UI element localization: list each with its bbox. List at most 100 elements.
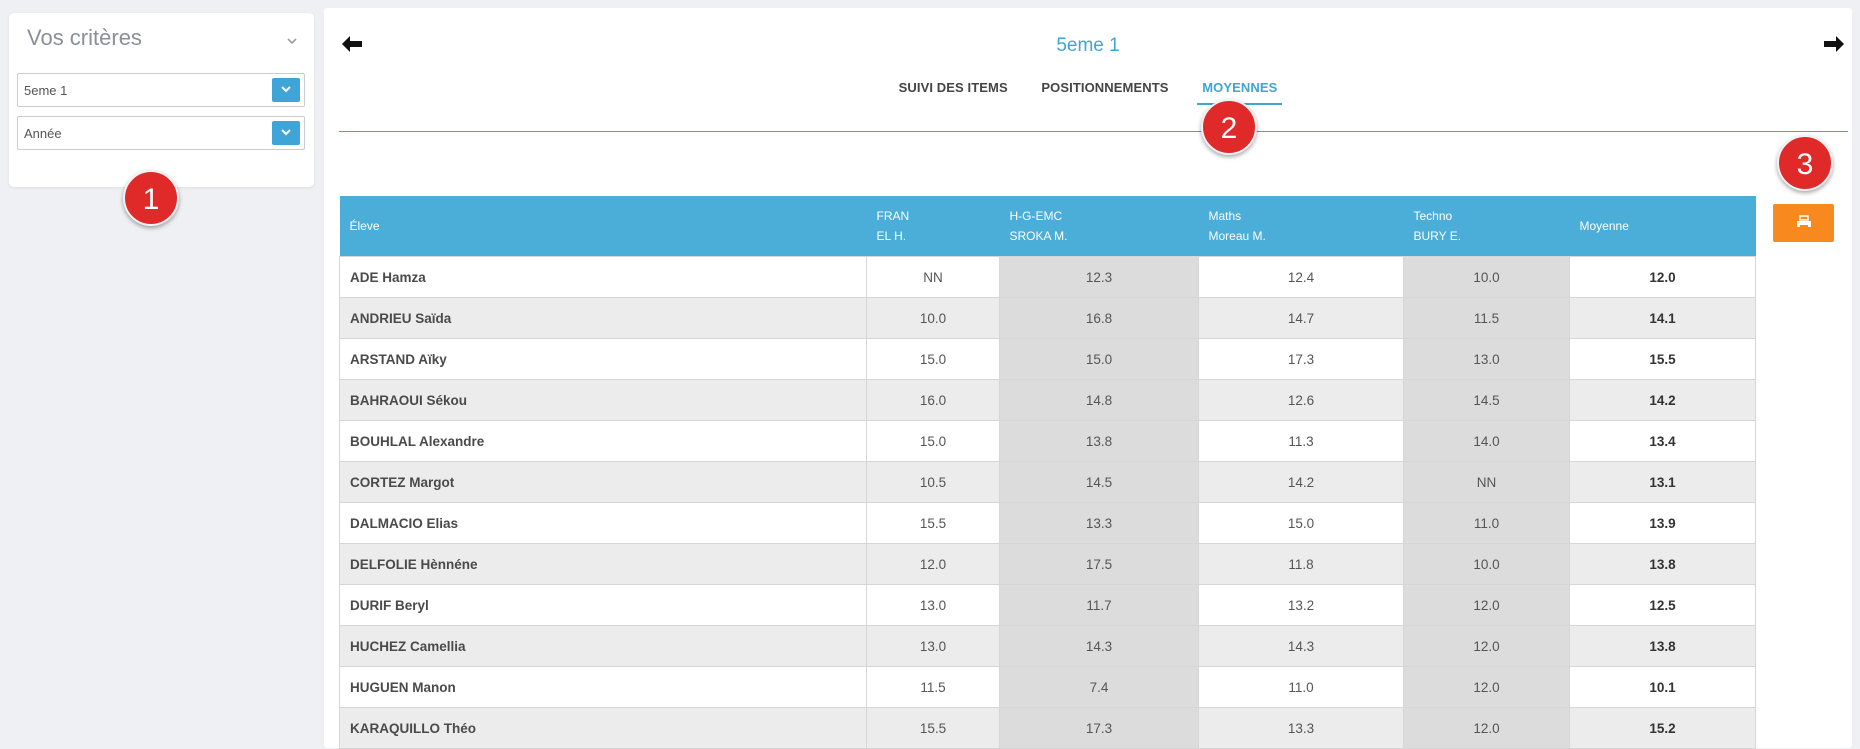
table-row: BAHRAOUI Sékou 16.0 14.8 12.6 14.5 14.2 — [339, 379, 1756, 421]
grade-cell: 14.7 — [1198, 297, 1404, 339]
class-select-value: 5eme 1 — [24, 83, 68, 98]
average-cell: 13.8 — [1569, 543, 1756, 585]
average-cell: 12.0 — [1569, 256, 1756, 298]
column-header-subject: H-G-EMC — [1009, 209, 1063, 223]
tabs-divider — [339, 131, 1848, 132]
table-row: CORTEZ Margot 10.5 14.5 14.2 NN 13.1 — [339, 461, 1756, 503]
grade-cell: 14.8 — [999, 379, 1199, 421]
student-name-cell: DURIF Beryl — [339, 584, 867, 626]
average-cell: 14.1 — [1569, 297, 1756, 339]
grade-cell: 14.3 — [999, 625, 1199, 667]
tab-bar: SUIVI DES ITEMS POSITIONNEMENTS MOYENNES — [324, 80, 1852, 105]
average-cell: 12.5 — [1569, 584, 1756, 626]
chevron-down-icon[interactable] — [284, 33, 300, 49]
student-name-cell: BOUHLAL Alexandre — [339, 420, 867, 462]
student-name-cell: CORTEZ Margot — [339, 461, 867, 503]
grade-cell: 14.0 — [1403, 420, 1570, 462]
grade-cell: 13.3 — [1198, 707, 1404, 749]
student-name-cell: ADE Hamza — [339, 256, 867, 298]
grade-cell: 13.2 — [1198, 584, 1404, 626]
column-header-hgemc: H-G-EMC SROKA M. — [999, 196, 1199, 257]
column-header-label: Moyenne — [1579, 219, 1629, 233]
year-select-value: Année — [24, 126, 62, 141]
grade-cell: 17.3 — [999, 707, 1199, 749]
grade-cell: 17.5 — [999, 543, 1199, 585]
table-row: ADE Hamza NN 12.3 12.4 10.0 12.0 — [339, 256, 1756, 298]
chevron-down-icon — [281, 86, 291, 93]
grade-cell: 11.0 — [1403, 502, 1570, 544]
average-cell: 13.4 — [1569, 420, 1756, 462]
table-row: DALMACIO Elias 15.5 13.3 15.0 11.0 13.9 — [339, 502, 1756, 544]
grade-cell: 12.6 — [1198, 379, 1404, 421]
student-name-cell: BAHRAOUI Sékou — [339, 379, 867, 421]
table-row: DURIF Beryl 13.0 11.7 13.2 12.0 12.5 — [339, 584, 1756, 626]
grade-cell: 13.0 — [866, 625, 1000, 667]
grade-cell: 17.3 — [1198, 338, 1404, 380]
grade-cell: 15.5 — [866, 502, 1000, 544]
grade-cell: 15.0 — [866, 338, 1000, 380]
year-select-dropdown-button[interactable] — [272, 121, 300, 145]
grade-cell: 12.0 — [1403, 707, 1570, 749]
column-header-label: Éleve — [349, 219, 380, 233]
criteria-panel: Vos critères 5eme 1 Année — [9, 13, 314, 187]
grade-cell: 12.0 — [1403, 584, 1570, 626]
table-row: KARAQUILLO Théo 15.5 17.3 13.3 12.0 15.2 — [339, 707, 1756, 749]
tab-positionnements[interactable]: POSITIONNEMENTS — [1036, 80, 1173, 103]
grade-cell: 15.0 — [999, 338, 1199, 380]
print-icon — [1797, 215, 1811, 228]
student-name-cell: ARSTAND Aïky — [339, 338, 867, 380]
average-cell: 13.1 — [1569, 461, 1756, 503]
average-cell: 13.9 — [1569, 502, 1756, 544]
grade-cell: 15.0 — [866, 420, 1000, 462]
column-header-maths: Maths Moreau M. — [1198, 196, 1404, 257]
year-select[interactable]: Année — [17, 116, 305, 150]
grade-cell: 16.8 — [999, 297, 1199, 339]
grade-cell: 14.5 — [999, 461, 1199, 503]
grade-cell: 12.0 — [1403, 625, 1570, 667]
average-cell: 15.5 — [1569, 338, 1756, 380]
column-header-fran: FRAN EL H. — [866, 196, 1000, 257]
print-button[interactable] — [1773, 204, 1834, 242]
student-name-cell: HUCHEZ Camellia — [339, 625, 867, 667]
grade-cell: 7.4 — [999, 666, 1199, 708]
column-header-subject: Maths — [1208, 209, 1242, 223]
grade-cell: 12.3 — [999, 256, 1199, 298]
class-select[interactable]: 5eme 1 — [17, 73, 305, 107]
annotation-marker-3: 3 — [1777, 135, 1833, 191]
average-cell: 10.1 — [1569, 666, 1756, 708]
grade-cell: 14.2 — [1198, 461, 1404, 503]
grade-cell: 10.0 — [1403, 543, 1570, 585]
grades-table: Éleve FRAN EL H. H-G-EMC SROKA M. Maths Mor… — [339, 196, 1756, 749]
table-row: HUGUEN Manon 11.5 7.4 11.0 12.0 10.1 — [339, 666, 1756, 708]
student-name-cell: KARAQUILLO Théo — [339, 707, 867, 749]
tab-suivi-des-items[interactable]: SUIVI DES ITEMS — [894, 80, 1013, 103]
grade-cell: 12.4 — [1198, 256, 1404, 298]
grade-cell: 11.5 — [1403, 297, 1570, 339]
average-cell: 14.2 — [1569, 379, 1756, 421]
grade-cell: 13.3 — [999, 502, 1199, 544]
grade-cell: 13.8 — [999, 420, 1199, 462]
grade-cell: 11.8 — [1198, 543, 1404, 585]
column-header-techno: Techno BURY E. — [1403, 196, 1570, 257]
column-header-teacher: SROKA M. — [1009, 229, 1068, 243]
column-header-subject: FRAN — [876, 209, 910, 223]
table-row: ANDRIEU Saïda 10.0 16.8 14.7 11.5 14.1 — [339, 297, 1756, 339]
grade-cell: 11.0 — [1198, 666, 1404, 708]
grade-cell: 14.3 — [1198, 625, 1404, 667]
grade-cell: 16.0 — [866, 379, 1000, 421]
column-header-teacher: Moreau M. — [1208, 229, 1266, 243]
average-cell: 15.2 — [1569, 707, 1756, 749]
average-cell: 13.8 — [1569, 625, 1756, 667]
column-header-teacher: EL H. — [876, 229, 907, 243]
student-name-cell: DELFOLIE Hènnéne — [339, 543, 867, 585]
chevron-down-icon — [281, 129, 291, 136]
grade-cell: NN — [866, 256, 1000, 298]
grade-cell: 11.7 — [999, 584, 1199, 626]
page-title: 5eme 1 — [1056, 35, 1120, 56]
column-header-subject: Techno — [1413, 209, 1453, 223]
student-name-cell: DALMACIO Elias — [339, 502, 867, 544]
grade-cell: 12.0 — [1403, 666, 1570, 708]
grade-cell: 13.0 — [1403, 338, 1570, 380]
grade-cell: 13.0 — [866, 584, 1000, 626]
class-select-dropdown-button[interactable] — [272, 78, 300, 102]
